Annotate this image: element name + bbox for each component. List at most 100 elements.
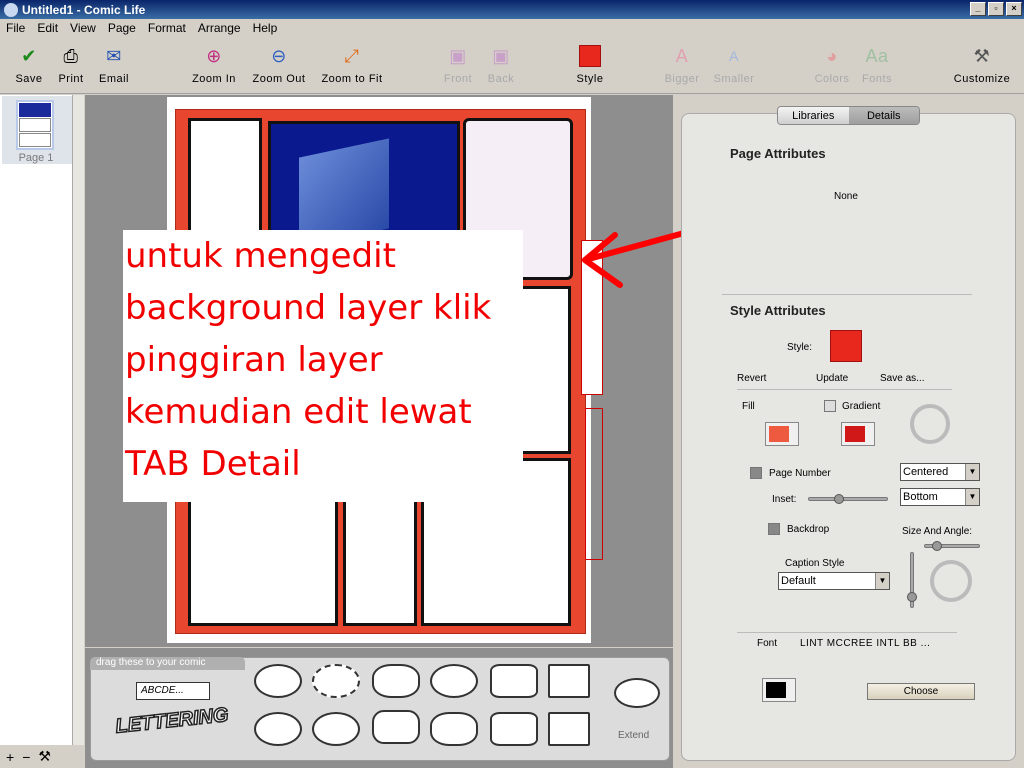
annotation-line: pinggiran layer [125,340,383,380]
annotation-line: background layer klik [125,288,492,328]
caption-box[interactable] [548,664,590,698]
annotation-line: kemudian edit lewat [125,392,472,432]
speech-bubble[interactable] [312,712,360,746]
save-as-button[interactable]: Save as... [880,373,924,384]
gradient-angle-dial[interactable] [910,404,950,444]
choose-font-button[interactable]: Choose [867,683,975,700]
inset-slider[interactable] [808,497,888,501]
menu-edit[interactable]: Edit [31,21,64,35]
whisper-bubble[interactable] [312,664,360,698]
size-slider-knob[interactable] [932,541,942,551]
smaller-button[interactable]: A Smaller [710,43,758,85]
tab-libraries[interactable]: Libraries [778,107,849,124]
angle-dial[interactable] [930,560,972,602]
speech-bubble[interactable] [430,712,478,746]
menu-arrange[interactable]: Arrange [192,21,247,35]
bigger-label: Bigger [664,73,700,85]
restore-button[interactable]: ▫ [988,2,1004,16]
email-button[interactable]: ✉ Email [96,43,132,86]
pages-scrollbar[interactable] [72,95,84,745]
inspector-tabs: Libraries Details [777,106,920,125]
gradient-checkbox[interactable] [824,400,836,412]
add-page-icon[interactable]: + [6,749,14,765]
zoom-fit-icon: ⤢ [344,45,360,66]
extend-label[interactable]: Extend [618,730,649,741]
page-number-position-select[interactable]: Centered ▼ [900,463,980,481]
customize-button[interactable]: ⚒ Customize [950,43,1014,86]
fonts-icon: Aa [865,45,889,66]
speech-bubble[interactable] [254,712,302,746]
tab-details[interactable]: Details [848,107,919,124]
page-attributes-heading: Page Attributes [730,146,826,161]
zoom-out-button[interactable]: ⊖ Zoom Out [248,43,310,86]
backdrop-checkbox[interactable] [768,523,780,535]
page-number-checkbox[interactable] [750,467,762,479]
gradient-color-well[interactable] [841,422,875,446]
divider [722,294,972,295]
zoom-fit-label: Zoom to Fit [321,73,383,85]
save-button[interactable]: ✔ Save [12,43,46,86]
update-button[interactable]: Update [816,373,848,384]
app-icon [4,2,18,17]
chevron-down-icon: ▼ [965,489,979,505]
extend-bubble[interactable] [614,678,660,708]
page-thumbnail[interactable] [16,100,54,150]
print-button[interactable]: ⎙ Print [54,43,88,86]
style-label: Style [576,73,604,85]
inset-slider-knob[interactable] [834,494,844,504]
annotation-line: TAB Detail [125,444,301,484]
shout-bubble[interactable] [490,712,538,746]
title-bar: Untitled1 - Comic Life _ ▫ × [0,0,1024,19]
font-color-well[interactable] [762,678,796,702]
menu-file[interactable]: File [0,21,31,35]
gradient-label: Gradient [842,401,881,412]
thought-bubble[interactable] [372,664,420,698]
caption-box[interactable] [548,712,590,746]
size-angle-label: Size And Angle: [902,526,973,537]
font-label: Font [757,638,778,649]
close-button[interactable]: × [1006,2,1022,16]
front-button[interactable]: ▣ Front [440,43,476,86]
zoom-out-icon: ⊖ [271,45,287,66]
menu-view[interactable]: View [64,21,102,35]
annotation-text: untuk mengedit background layer klik pin… [123,230,523,502]
colors-button[interactable]: ◕ Colors [812,43,852,86]
vertical-slider-knob[interactable] [907,592,917,602]
style-label: Style: [787,342,813,353]
fonts-button[interactable]: Aa Fonts [858,43,896,86]
remove-page-icon[interactable]: − [22,749,30,765]
style-attributes-heading: Style Attributes [730,303,826,318]
style-button[interactable]: Style [572,43,608,85]
bigger-button[interactable]: A Bigger [660,43,704,86]
caption-item[interactable]: ABCDE... [136,682,210,700]
zoom-in-label: Zoom In [192,73,236,85]
speech-bubble[interactable] [254,664,302,698]
speech-bubble[interactable] [430,664,478,698]
back-button[interactable]: ▣ Back [484,43,518,86]
fill-color-well[interactable] [765,422,799,446]
menu-help[interactable]: Help [247,21,284,35]
minimize-button[interactable]: _ [970,2,986,16]
zoom-in-button[interactable]: ⊕ Zoom In [188,43,240,86]
divider [737,632,957,633]
inset-position-select[interactable]: Bottom ▼ [900,488,980,506]
page-number-label: Page Number [769,468,831,479]
save-icon: ✔ [21,45,37,66]
page-number-position-value: Centered [903,466,949,478]
style-swatch-icon [577,43,603,69]
menu-page[interactable]: Page [102,21,142,35]
thought-bubble[interactable] [372,710,420,744]
chevron-down-icon: ▼ [875,573,889,589]
menu-format[interactable]: Format [142,21,192,35]
highlight-box-lower [585,408,603,560]
print-label: Print [58,73,84,85]
zoom-to-fit-button[interactable]: ⤢ Zoom to Fit [318,43,386,86]
menu-bar: File Edit View Page Format Arrange Help [0,19,1024,37]
revert-button[interactable]: Revert [737,373,766,384]
shout-bubble[interactable] [490,664,538,698]
fonts-label: Fonts [861,73,892,85]
page-tools-icon[interactable]: ⚒ [38,748,51,765]
caption-style-select[interactable]: Default ▼ [778,572,890,590]
save-label: Save [15,73,43,85]
style-swatch[interactable] [830,330,862,362]
